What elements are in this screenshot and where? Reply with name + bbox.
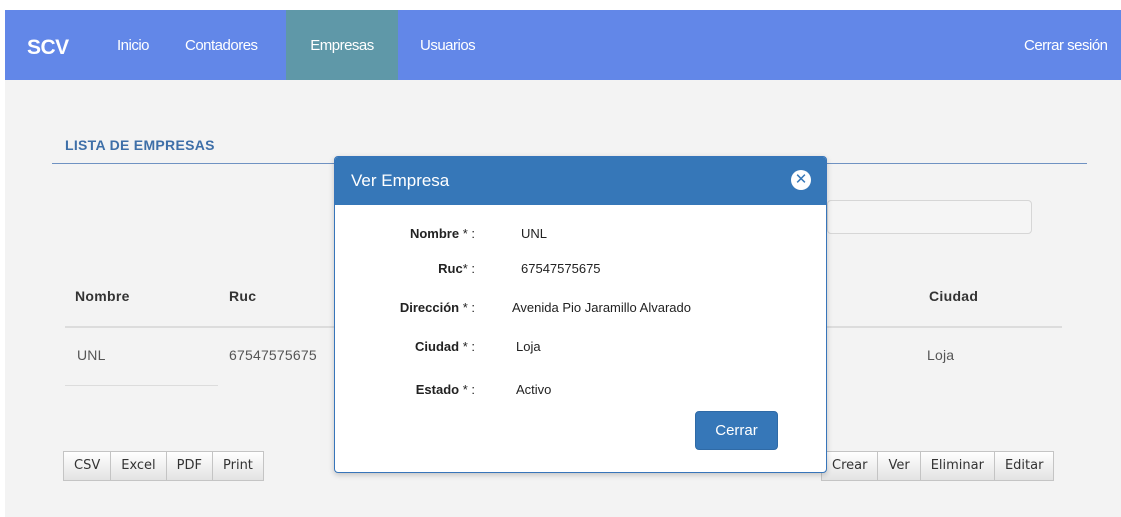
column-header-ruc[interactable]: Ruc bbox=[229, 288, 256, 304]
top-navbar: SCV Inicio Contadores Empresas Usuarios … bbox=[5, 10, 1121, 80]
close-button[interactable]: Cerrar bbox=[695, 411, 778, 450]
nav-item-empresas[interactable]: Empresas bbox=[286, 10, 398, 80]
nav-item-usuarios[interactable]: Usuarios bbox=[408, 10, 487, 80]
field-value-estado: Activo bbox=[516, 382, 552, 397]
field-label-estado: Estado * : bbox=[415, 382, 475, 397]
table-header-divider bbox=[826, 326, 1062, 328]
view-company-modal: Ver Empresa ✕ Nombre * : UNL Ruc* : 6754… bbox=[334, 156, 827, 473]
modal-title: Ver Empresa bbox=[351, 171, 450, 190]
edit-button[interactable]: Editar bbox=[993, 451, 1055, 481]
csv-button[interactable]: CSV bbox=[63, 451, 112, 481]
field-label-nombre: Nombre * : bbox=[409, 226, 475, 241]
table-header-divider bbox=[65, 326, 335, 328]
pdf-button[interactable]: PDF bbox=[165, 451, 213, 481]
page-title: LISTA DE EMPRESAS bbox=[65, 137, 215, 153]
create-button[interactable]: Crear bbox=[821, 451, 879, 481]
field-label-direccion: Dirección * : bbox=[399, 300, 475, 315]
delete-button[interactable]: Eliminar bbox=[919, 451, 995, 481]
column-header-ciudad[interactable]: Ciudad bbox=[929, 288, 978, 304]
field-label-ciudad: Ciudad * : bbox=[415, 339, 475, 354]
print-button[interactable]: Print bbox=[212, 451, 264, 481]
field-value-ciudad: Loja bbox=[516, 339, 541, 354]
view-button[interactable]: Ver bbox=[877, 451, 921, 481]
modal-header: Ver Empresa ✕ bbox=[335, 157, 826, 205]
table-cell-ruc: 67547575675 bbox=[229, 347, 317, 363]
field-value-nombre: UNL bbox=[521, 226, 548, 241]
table-cell-ciudad: Loja bbox=[927, 347, 955, 363]
search-input[interactable] bbox=[827, 200, 1032, 234]
field-value-direccion: Avenida Pio Jaramillo Alvarado bbox=[512, 300, 691, 315]
table-cell-nombre: UNL bbox=[77, 347, 106, 363]
field-label-ruc: Ruc* : bbox=[438, 261, 475, 276]
export-button-group: CSV Excel PDF Print bbox=[63, 451, 264, 481]
logout-link[interactable]: Cerrar sesión bbox=[1012, 10, 1120, 80]
table-footer-divider bbox=[65, 385, 218, 386]
nav-item-inicio[interactable]: Inicio bbox=[105, 10, 161, 80]
nav-item-contadores[interactable]: Contadores bbox=[173, 10, 270, 80]
excel-button[interactable]: Excel bbox=[110, 451, 167, 481]
field-value-ruc: 67547575675 bbox=[521, 261, 601, 276]
close-circle-icon[interactable]: ✕ bbox=[791, 170, 811, 190]
column-header-nombre[interactable]: Nombre bbox=[75, 288, 130, 304]
brand-logo[interactable]: SCV bbox=[27, 36, 69, 60]
action-button-group: Crear Ver Eliminar Editar bbox=[821, 451, 1055, 481]
